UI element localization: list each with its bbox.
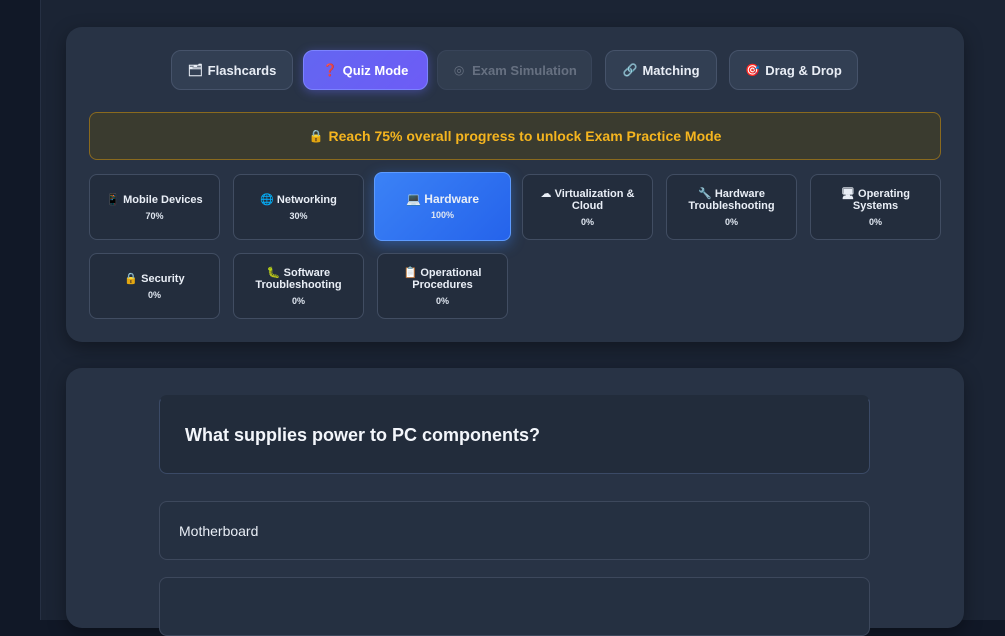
category-name-text: Virtualization & Cloud (554, 187, 635, 212)
monitor-icon: 🖥 (841, 187, 855, 200)
category-progress: 70% (145, 210, 164, 221)
category-name-text: Networking (276, 193, 337, 206)
matching-button[interactable]: 🔗 Matching (605, 50, 717, 90)
category-hardware[interactable]: 💻 Hardware 100% (374, 172, 511, 241)
quiz-mode-label: Quiz Mode (342, 62, 409, 78)
cloud-icon: ☁ (540, 187, 552, 200)
flashcards-button[interactable]: 🗂 Flashcards (171, 50, 293, 90)
category-name: 🐛 Software Troubleshooting (234, 267, 363, 291)
category-name: 🌐 Networking (252, 194, 345, 206)
dart-icon: 🎯 (745, 63, 761, 77)
category-operational-procedures[interactable]: 📋 Operational Procedures 0% (377, 253, 508, 319)
category-name-text: Operational Procedures (412, 266, 482, 291)
category-name: 📱 Mobile Devices (98, 194, 210, 206)
link-icon: 🔗 (622, 63, 638, 77)
exam-simulation-label: Exam Simulation (472, 62, 577, 78)
category-virtualization-cloud[interactable]: ☁ Virtualization & Cloud 0% (522, 174, 653, 240)
mode-tabs: 🗂 Flashcards ❓ Quiz Mode ◎ Exam Simulati… (66, 50, 964, 90)
lock-icon: 🔒 (124, 272, 139, 285)
category-name-text: Mobile Devices (123, 193, 203, 206)
cards-icon: 🗂 (187, 63, 203, 77)
drag-and-drop-label: Drag & Drop (765, 62, 842, 78)
answer-option-text: Motherboard (179, 522, 259, 539)
category-networking[interactable]: 🌐 Networking 30% (233, 174, 364, 240)
bug-icon: 🐛 (266, 266, 281, 279)
answer-option[interactable]: Motherboard (159, 501, 870, 560)
category-software-troubleshooting[interactable]: 🐛 Software Troubleshooting 0% (233, 253, 364, 319)
answer-option[interactable] (159, 577, 870, 636)
category-name: 📋 Operational Procedures (378, 267, 507, 291)
drag-and-drop-button[interactable]: 🎯 Drag & Drop (729, 50, 858, 90)
category-progress: 0% (147, 289, 161, 300)
matching-label: Matching (642, 62, 700, 78)
quiz-icon: ❓ (322, 63, 338, 77)
globe-icon: 🌐 (260, 193, 274, 206)
category-progress: 0% (868, 216, 882, 227)
clipboard-icon: 📋 (403, 266, 418, 279)
category-progress: 0% (435, 295, 449, 306)
question-card: What supplies power to PC components? (159, 395, 870, 474)
category-progress: 0% (291, 295, 305, 306)
wrench-icon: 🔧 (698, 187, 712, 200)
question-accent-bar (160, 395, 869, 398)
unlock-banner: 🔒 Reach 75% overall progress to unlock E… (89, 112, 941, 160)
category-name-text: Security (141, 272, 185, 285)
category-name: ☁ Virtualization & Cloud (523, 188, 652, 212)
flashcards-label: Flashcards (207, 62, 277, 78)
category-progress: 0% (580, 216, 594, 227)
category-progress: 30% (289, 210, 308, 221)
study-controls-panel: 🗂 Flashcards ❓ Quiz Mode ◎ Exam Simulati… (66, 27, 964, 342)
category-name-text: Hardware (424, 192, 479, 206)
category-name-text: Operating Systems (852, 187, 910, 212)
question-text: What supplies power to PC components? (185, 425, 541, 445)
quiz-panel: What supplies power to PC components? Mo… (66, 368, 964, 636)
category-name: 🖥 Operating Systems (811, 188, 940, 212)
category-operating-systems[interactable]: 🖥 Operating Systems 0% (810, 174, 941, 240)
category-mobile-devices[interactable]: 📱 Mobile Devices 70% (89, 174, 220, 240)
exam-simulation-button[interactable]: ◎ Exam Simulation (437, 50, 592, 90)
unlock-banner-text: Reach 75% overall progress to unlock Exa… (328, 128, 722, 144)
category-security[interactable]: 🔒 Security 0% (89, 253, 220, 319)
quiz-mode-button[interactable]: ❓ Quiz Mode (303, 50, 428, 90)
category-name: 💻 Hardware (398, 193, 487, 205)
target-icon: ◎ (453, 63, 465, 77)
category-name: 🔒 Security (116, 273, 192, 285)
category-name: 🔧 Hardware Troubleshooting (667, 188, 796, 212)
phone-icon: 📱 (106, 193, 121, 206)
laptop-icon: 💻 (406, 192, 421, 206)
category-hardware-troubleshooting[interactable]: 🔧 Hardware Troubleshooting 0% (666, 174, 797, 240)
category-progress: 100% (430, 210, 455, 220)
lock-icon: 🔒 (308, 129, 324, 143)
category-progress: 0% (724, 216, 738, 227)
